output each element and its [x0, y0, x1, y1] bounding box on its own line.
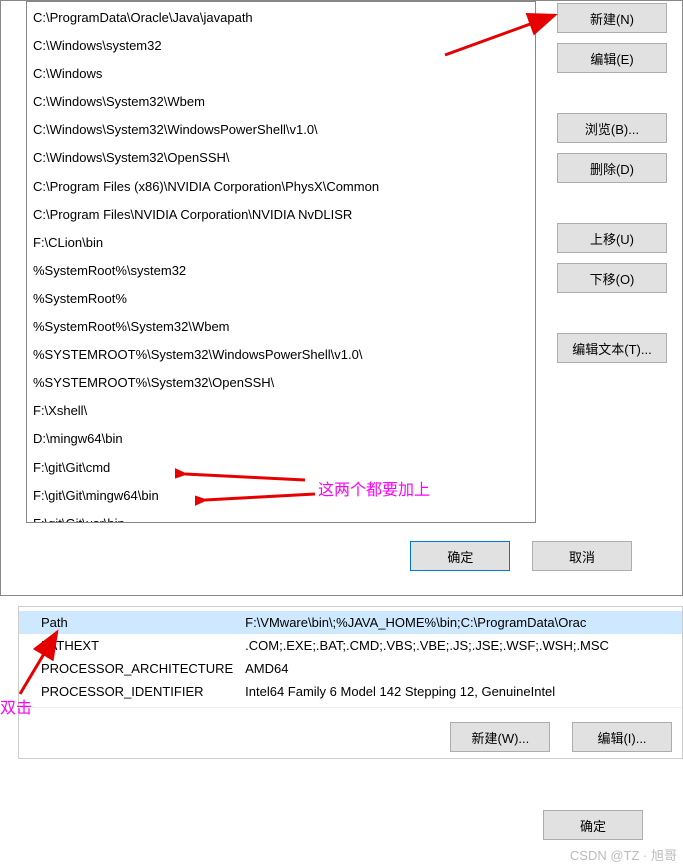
outer-button-row: 确定: [18, 790, 683, 850]
path-list-item[interactable]: C:\ProgramData\Oracle\Java\javapath: [27, 4, 535, 32]
env-var-value: .COM;.EXE;.BAT;.CMD;.VBS;.VBE;.JS;.JSE;.…: [239, 634, 682, 657]
new-env-button[interactable]: 新建(W)...: [450, 722, 550, 752]
env-var-name: PROCESSOR_IDENTIFIER: [19, 680, 239, 703]
path-list-item[interactable]: C:\Windows\System32\Wbem: [27, 88, 535, 116]
path-list[interactable]: C:\ProgramData\Oracle\Java\javapathC:\Wi…: [26, 1, 536, 523]
path-list-item[interactable]: %SYSTEMROOT%\System32\WindowsPowerShell\…: [27, 341, 535, 369]
path-list-item[interactable]: C:\Program Files\NVIDIA Corporation\NVID…: [27, 201, 535, 229]
edit-text-button[interactable]: 编辑文本(T)...: [557, 333, 667, 363]
browse-button[interactable]: 浏览(B)...: [557, 113, 667, 143]
table-row[interactable]: PathF:\VMware\bin\;%JAVA_HOME%\bin;C:\Pr…: [19, 611, 682, 634]
outer-ok-button[interactable]: 确定: [543, 810, 643, 840]
table-row[interactable]: PROCESSOR_IDENTIFIERIntel64 Family 6 Mod…: [19, 680, 682, 703]
table-row[interactable]: PROCESSOR_ARCHITECTUREAMD64: [19, 657, 682, 680]
path-edit-dialog: C:\ProgramData\Oracle\Java\javapathC:\Wi…: [0, 0, 683, 596]
env-var-value: Intel64 Family 6 Model 142 Stepping 12, …: [239, 680, 682, 703]
move-down-button[interactable]: 下移(O): [557, 263, 667, 293]
path-list-item[interactable]: F:\git\Git\usr\bin: [27, 510, 535, 523]
path-list-item[interactable]: D:\mingw64\bin: [27, 425, 535, 453]
path-list-item[interactable]: C:\Program Files (x86)\NVIDIA Corporatio…: [27, 173, 535, 201]
path-list-item[interactable]: C:\Windows\System32\WindowsPowerShell\v1…: [27, 116, 535, 144]
path-list-item[interactable]: F:\git\Git\mingw64\bin: [27, 482, 535, 510]
env-buttons: 新建(W)... 编辑(I)...: [19, 707, 682, 758]
env-var-value: F:\VMware\bin\;%JAVA_HOME%\bin;C:\Progra…: [239, 611, 682, 634]
env-var-value: AMD64: [239, 657, 682, 680]
path-list-item[interactable]: F:\CLion\bin: [27, 229, 535, 257]
env-vars-panel: PathF:\VMware\bin\;%JAVA_HOME%\bin;C:\Pr…: [18, 606, 683, 759]
side-button-column: 新建(N) 编辑(E) 浏览(B)... 删除(D) 上移(U) 下移(O) 编…: [557, 3, 667, 373]
path-list-item[interactable]: %SystemRoot%: [27, 285, 535, 313]
ok-button[interactable]: 确定: [410, 541, 510, 571]
path-list-item[interactable]: F:\git\Git\cmd: [27, 454, 535, 482]
env-var-name: Path: [19, 611, 239, 634]
edit-env-button[interactable]: 编辑(I)...: [572, 722, 672, 752]
cancel-button[interactable]: 取消: [532, 541, 632, 571]
path-list-item[interactable]: C:\Windows\System32\OpenSSH\: [27, 144, 535, 172]
dialog-buttons: 确定 取消: [26, 523, 672, 575]
move-up-button[interactable]: 上移(U): [557, 223, 667, 253]
path-list-item[interactable]: %SystemRoot%\System32\Wbem: [27, 313, 535, 341]
env-var-name: PROCESSOR_ARCHITECTURE: [19, 657, 239, 680]
edit-button[interactable]: 编辑(E): [557, 43, 667, 73]
new-button[interactable]: 新建(N): [557, 3, 667, 33]
env-vars-table[interactable]: PathF:\VMware\bin\;%JAVA_HOME%\bin;C:\Pr…: [19, 611, 682, 703]
table-row[interactable]: PATHEXT.COM;.EXE;.BAT;.CMD;.VBS;.VBE;.JS…: [19, 634, 682, 657]
delete-button[interactable]: 删除(D): [557, 153, 667, 183]
env-var-name: PATHEXT: [19, 634, 239, 657]
path-list-item[interactable]: F:\Xshell\: [27, 397, 535, 425]
path-list-item[interactable]: %SYSTEMROOT%\System32\OpenSSH\: [27, 369, 535, 397]
path-list-item[interactable]: C:\Windows: [27, 60, 535, 88]
path-list-item[interactable]: %SystemRoot%\system32: [27, 257, 535, 285]
path-list-item[interactable]: C:\Windows\system32: [27, 32, 535, 60]
path-edit-area: C:\ProgramData\Oracle\Java\javapathC:\Wi…: [1, 1, 682, 585]
watermark: CSDN @TZ · 旭哥: [570, 845, 677, 864]
